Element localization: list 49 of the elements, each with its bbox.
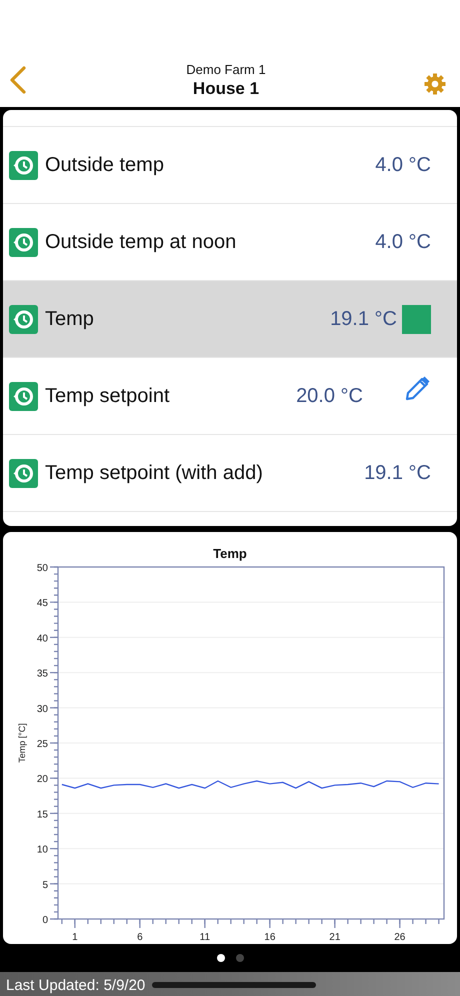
y-tick-label: 25 <box>36 739 48 750</box>
x-tick-label: 11 <box>200 932 210 943</box>
edit-button[interactable] <box>403 375 431 403</box>
history-icon <box>9 150 38 180</box>
row-label: Temp <box>45 308 95 330</box>
history-icon <box>9 304 38 334</box>
data-row[interactable]: Temp 19.1 °C <box>3 281 457 358</box>
x-tick-label: 16 <box>264 932 276 943</box>
farm-name: Demo Farm 1 <box>186 62 266 77</box>
history-icon <box>9 382 38 410</box>
row-value: 4.0 °C <box>375 230 431 254</box>
row-value: 20.0 °C <box>296 384 363 408</box>
y-tick-label: 20 <box>36 774 48 786</box>
row-value: 19.1 °C <box>330 308 397 330</box>
history-icon <box>9 458 38 488</box>
page-dot[interactable] <box>216 954 224 962</box>
back-button[interactable] <box>8 65 28 95</box>
y-tick-label: 45 <box>36 598 48 610</box>
last-updated-text: Last Updated: 5/9/20 <box>6 976 146 994</box>
history-icon <box>9 228 38 256</box>
row-label: Outside temp <box>45 154 165 176</box>
chart-title: Temp <box>213 546 247 561</box>
back-chevron-icon <box>8 65 28 95</box>
row-label: Outside temp at noon <box>45 230 238 254</box>
x-tick-label: 1 <box>72 932 78 943</box>
data-row[interactable]: Outside temp 4.0 °C <box>3 127 457 204</box>
data-row[interactable]: Temp setpoint 20.0 °C <box>3 358 457 435</box>
page-dot[interactable] <box>236 954 244 962</box>
y-tick-label: 40 <box>36 633 48 644</box>
y-tick-label: 10 <box>36 844 48 856</box>
data-row[interactable]: Temp setpoint (with add) 19.1 °C <box>3 435 457 512</box>
x-tick-label: 21 <box>329 932 340 943</box>
y-tick-label: 50 <box>36 563 48 574</box>
row-label: Temp setpoint <box>45 384 171 408</box>
page-title: House 1 <box>192 79 260 99</box>
x-tick-label: 6 <box>137 932 143 943</box>
y-tick-label: 5 <box>42 880 48 891</box>
settings-icon <box>424 73 446 95</box>
y-axis-label: Temp [°C] <box>17 723 27 763</box>
row-value: 19.1 °C <box>364 462 431 484</box>
x-tick-label: 26 <box>394 932 406 943</box>
y-tick-label: 15 <box>36 809 48 820</box>
row-label: Temp setpoint (with add) <box>45 462 264 484</box>
y-tick-label: 35 <box>36 668 48 680</box>
pencil-icon <box>403 375 431 403</box>
y-tick-label: 0 <box>42 915 48 926</box>
settings-button[interactable] <box>424 73 446 95</box>
y-tick-label: 30 <box>36 704 48 715</box>
row-value: 4.0 °C <box>375 154 431 176</box>
